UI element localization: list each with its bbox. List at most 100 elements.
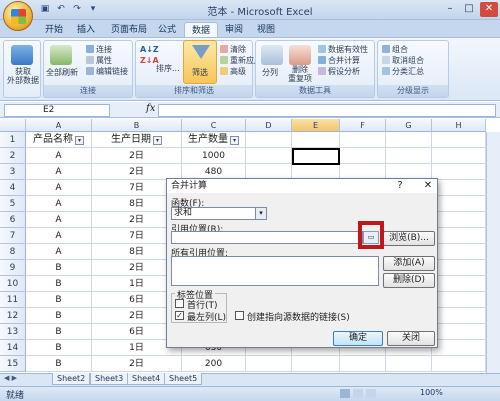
create-links-checkbox[interactable] <box>235 311 244 320</box>
group-button[interactable]: 组合 <box>382 44 408 55</box>
sort-az-icon[interactable]: A↓Z <box>140 45 159 54</box>
tab-formulas[interactable]: 公式 <box>151 22 183 38</box>
filter-dropdown-icon[interactable]: ▾ <box>230 136 239 145</box>
office-button[interactable] <box>3 1 33 31</box>
zoom-level[interactable]: 100% <box>420 388 443 397</box>
cell-a9[interactable]: B <box>26 260 92 276</box>
column-header-g[interactable]: G <box>386 119 432 132</box>
page-layout-view-icon[interactable] <box>353 389 363 398</box>
cell-h11[interactable] <box>432 292 486 308</box>
cell-h13[interactable] <box>432 324 486 340</box>
connections-button[interactable]: 连接 <box>86 44 112 55</box>
cell-h15[interactable] <box>432 356 486 372</box>
row-header[interactable]: 3 <box>0 164 26 180</box>
consolidate-button[interactable]: 合并计算 <box>318 55 360 66</box>
close-window-button[interactable]: ✕ <box>480 2 498 17</box>
chevron-down-icon[interactable]: ▾ <box>255 208 266 219</box>
cell-g2[interactable] <box>386 148 432 164</box>
cell-h5[interactable] <box>432 196 486 212</box>
properties-button[interactable]: 属性 <box>86 55 112 66</box>
help-button[interactable]: ? <box>393 180 407 192</box>
cell-b2[interactable]: 2日 <box>92 148 182 164</box>
sheet-tab-sheet3[interactable]: Sheet3 <box>90 373 129 385</box>
cell-h4[interactable] <box>432 180 486 196</box>
cell-g15[interactable] <box>386 356 432 372</box>
undo-icon[interactable]: ↶ <box>54 3 68 16</box>
page-break-view-icon[interactable] <box>366 389 376 398</box>
filter-dropdown-icon[interactable]: ▾ <box>153 136 162 145</box>
cell-f15[interactable] <box>340 356 386 372</box>
ungroup-button[interactable]: 取消组合 <box>382 55 424 66</box>
cell-a13[interactable]: B <box>26 324 92 340</box>
column-header-h[interactable]: H <box>432 119 486 132</box>
edit-links-button[interactable]: 编辑链接 <box>86 66 128 77</box>
row-header[interactable]: 8 <box>0 244 26 260</box>
reference-input[interactable] <box>171 231 363 244</box>
ok-button[interactable]: 确定 <box>333 331 383 346</box>
cell-d1[interactable] <box>246 132 292 148</box>
get-external-data-button[interactable]: 获取 外部数据 <box>6 67 40 85</box>
cell-h2[interactable] <box>432 148 486 164</box>
cell-c15[interactable]: 200 <box>182 356 246 372</box>
tab-insert[interactable]: 插入 <box>70 22 102 38</box>
tab-view[interactable]: 视图 <box>250 22 282 38</box>
active-cell-e2[interactable] <box>292 148 340 165</box>
left-column-checkbox[interactable]: ✓ <box>175 311 184 320</box>
all-references-list[interactable] <box>171 256 379 286</box>
cell-a4[interactable]: A <box>26 180 92 196</box>
name-box[interactable]: E2 <box>4 104 110 117</box>
row-header[interactable]: 13 <box>0 324 26 340</box>
sheet-tab-sheet5[interactable]: Sheet5 <box>164 373 203 385</box>
sheet-nav-icon[interactable]: ◀ ▶ <box>4 374 17 382</box>
cell-f2[interactable] <box>340 148 386 164</box>
tab-home[interactable]: 开始 <box>38 22 70 38</box>
cell-h7[interactable] <box>432 228 486 244</box>
save-icon[interactable]: ▣ <box>38 3 52 16</box>
cell-c2[interactable]: 1000 <box>182 148 246 164</box>
column-header-c[interactable]: C <box>182 119 246 132</box>
minimize-button[interactable]: – <box>441 2 459 17</box>
cell-a15[interactable]: B <box>26 356 92 372</box>
column-header-f[interactable]: F <box>340 119 386 132</box>
vertical-scrollbar[interactable] <box>486 132 500 373</box>
cell-e1[interactable] <box>292 132 340 148</box>
row-header[interactable]: 7 <box>0 228 26 244</box>
cell-h10[interactable] <box>432 276 486 292</box>
filter-dropdown-icon[interactable]: ▾ <box>75 136 84 145</box>
cell-a1[interactable]: 产品名称 ▾ <box>26 132 92 148</box>
row-header[interactable]: 4 <box>0 180 26 196</box>
row-header[interactable]: 11 <box>0 292 26 308</box>
data-validation-button[interactable]: 数据有效性 <box>318 44 368 55</box>
delete-button[interactable]: 删除(D) <box>383 273 435 288</box>
cell-h1[interactable] <box>432 132 486 148</box>
cell-b1[interactable]: 生产日期 ▾ <box>92 132 182 148</box>
tab-data[interactable]: 数据 <box>184 22 219 38</box>
cell-a10[interactable]: B <box>26 276 92 292</box>
cell-c1[interactable]: 生产数量 ▾ <box>182 132 246 148</box>
cell-h8[interactable] <box>432 244 486 260</box>
cell-a12[interactable]: B <box>26 308 92 324</box>
cell-h12[interactable] <box>432 308 486 324</box>
close-dialog-button[interactable]: 关闭 <box>387 331 435 346</box>
cell-a3[interactable]: A <box>26 164 92 180</box>
formula-input[interactable] <box>158 104 496 117</box>
advanced-filter-button[interactable]: 高级 <box>220 66 246 77</box>
row-header[interactable]: 14 <box>0 340 26 356</box>
row-header[interactable]: 5 <box>0 196 26 212</box>
remove-duplicates-button[interactable]: 删除 重复项 <box>288 65 312 83</box>
tab-page-layout[interactable]: 页面布局 <box>104 22 154 38</box>
select-all-corner[interactable] <box>0 119 26 132</box>
dialog-close-icon[interactable]: ✕ <box>421 180 435 192</box>
redo-icon[interactable]: ↷ <box>70 3 84 16</box>
restore-button[interactable]: □ <box>460 2 478 17</box>
cell-a11[interactable]: B <box>26 292 92 308</box>
cell-d2[interactable] <box>246 148 292 164</box>
cell-a2[interactable]: A <box>26 148 92 164</box>
normal-view-icon[interactable] <box>340 389 350 398</box>
tab-review[interactable]: 审阅 <box>218 22 250 38</box>
cell-f1[interactable] <box>340 132 386 148</box>
cell-d15[interactable] <box>246 356 292 372</box>
customize-qat-icon[interactable]: ▾ <box>86 3 100 16</box>
row-header[interactable]: 6 <box>0 212 26 228</box>
cell-a8[interactable]: A <box>26 244 92 260</box>
